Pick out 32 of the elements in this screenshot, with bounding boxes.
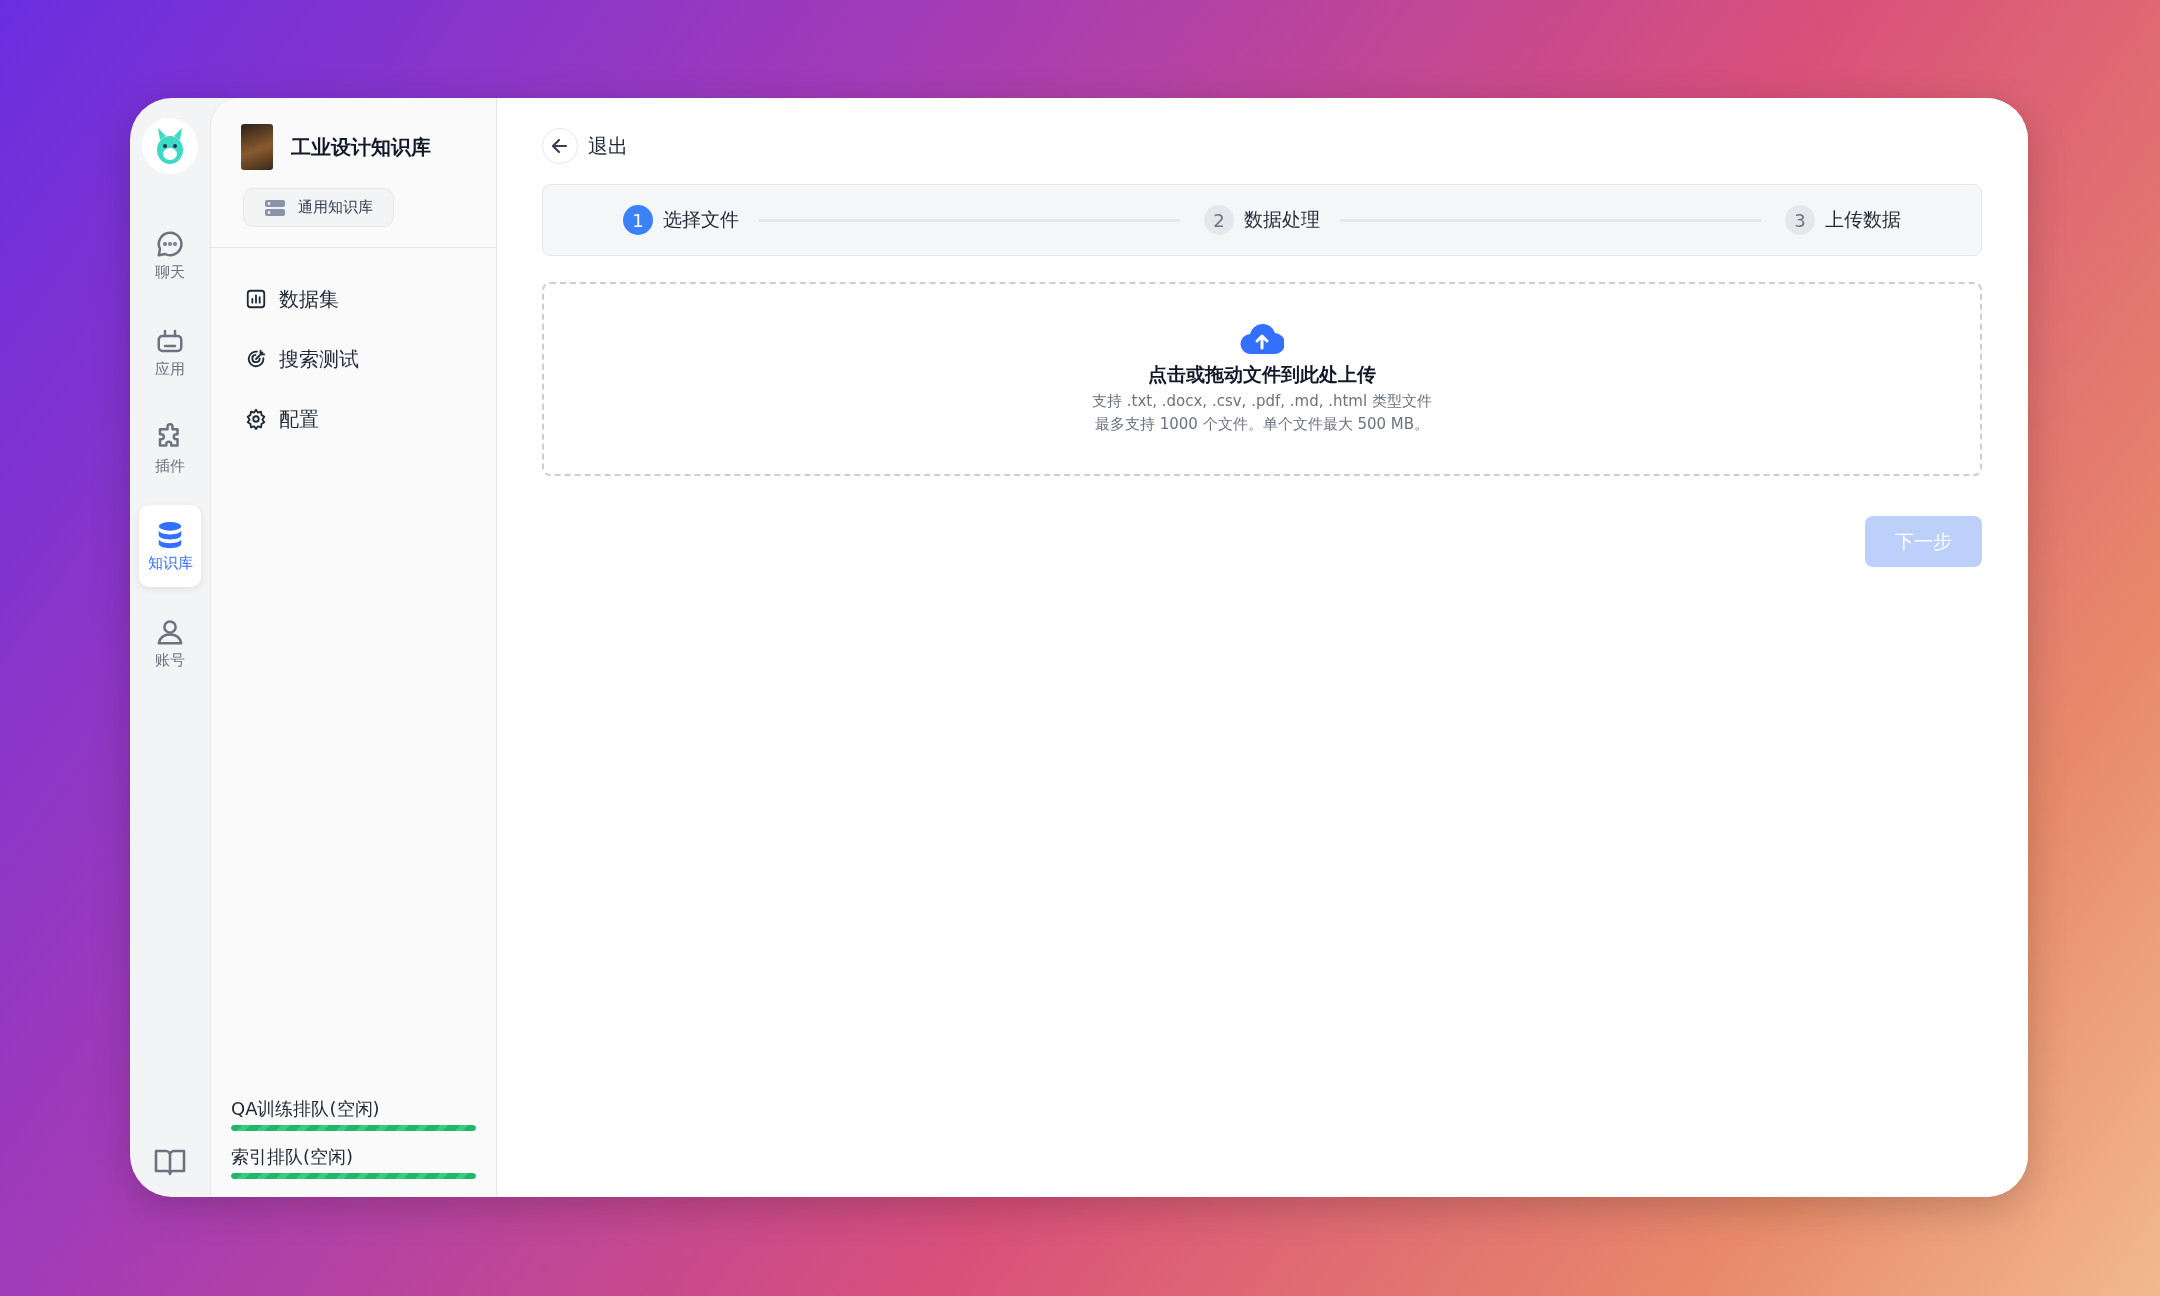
- step-number: 2: [1204, 205, 1234, 235]
- nav-item[interactable]: 账号: [139, 602, 201, 684]
- target-icon: [245, 348, 267, 370]
- step-number: 3: [1785, 205, 1815, 235]
- open-book-icon[interactable]: [153, 1147, 187, 1177]
- back-arrow-icon: [550, 136, 570, 156]
- step-label: 数据处理: [1244, 207, 1320, 232]
- queue-status-label: 索引排队(空闲): [231, 1145, 355, 1169]
- sidebar-item[interactable]: 数据集: [245, 278, 496, 320]
- exit-link[interactable]: 退出: [588, 132, 628, 160]
- cloud-upload-icon: [1240, 324, 1284, 354]
- settings-icon: [245, 408, 267, 430]
- nav-item[interactable]: 聊天: [139, 214, 201, 296]
- upload-title: 点击或拖动文件到此处上传: [1148, 362, 1376, 387]
- server-icon: [264, 198, 286, 217]
- knowledge-base-title: 工业设计知识库: [291, 133, 431, 161]
- sidebar-item[interactable]: 配置: [245, 398, 496, 440]
- file-drop-zone[interactable]: 点击或拖动文件到此处上传 支持 .txt, .docx, .csv, .pdf, .md, .html 类型文件 最多支持 1000 个文件。单个文件最大 500 MB。: [542, 282, 1982, 476]
- bar-chart-icon: [245, 288, 267, 310]
- nav-item[interactable]: 知识库: [139, 505, 201, 587]
- upload-hint: 支持 .txt, .docx, .csv, .pdf, .md, .html 类型文件: [1092, 392, 1432, 411]
- nav-item[interactable]: 应用: [139, 311, 201, 393]
- step-label: 上传数据: [1825, 207, 1901, 232]
- back-button[interactable]: [542, 128, 578, 164]
- photo-placeholder: [241, 124, 273, 170]
- step-label: 选择文件: [663, 207, 739, 232]
- nav-item[interactable]: 插件: [139, 408, 201, 490]
- step-number: 1: [623, 205, 653, 235]
- queue-status-label: QA训练排队(空闲): [231, 1097, 381, 1121]
- knowledge-base-type-tag: 通用知识库: [243, 188, 394, 227]
- sidebar-item[interactable]: 搜索测试: [245, 338, 496, 380]
- upload-limit: 最多支持 1000 个文件。单个文件最大 500 MB。: [1094, 415, 1430, 434]
